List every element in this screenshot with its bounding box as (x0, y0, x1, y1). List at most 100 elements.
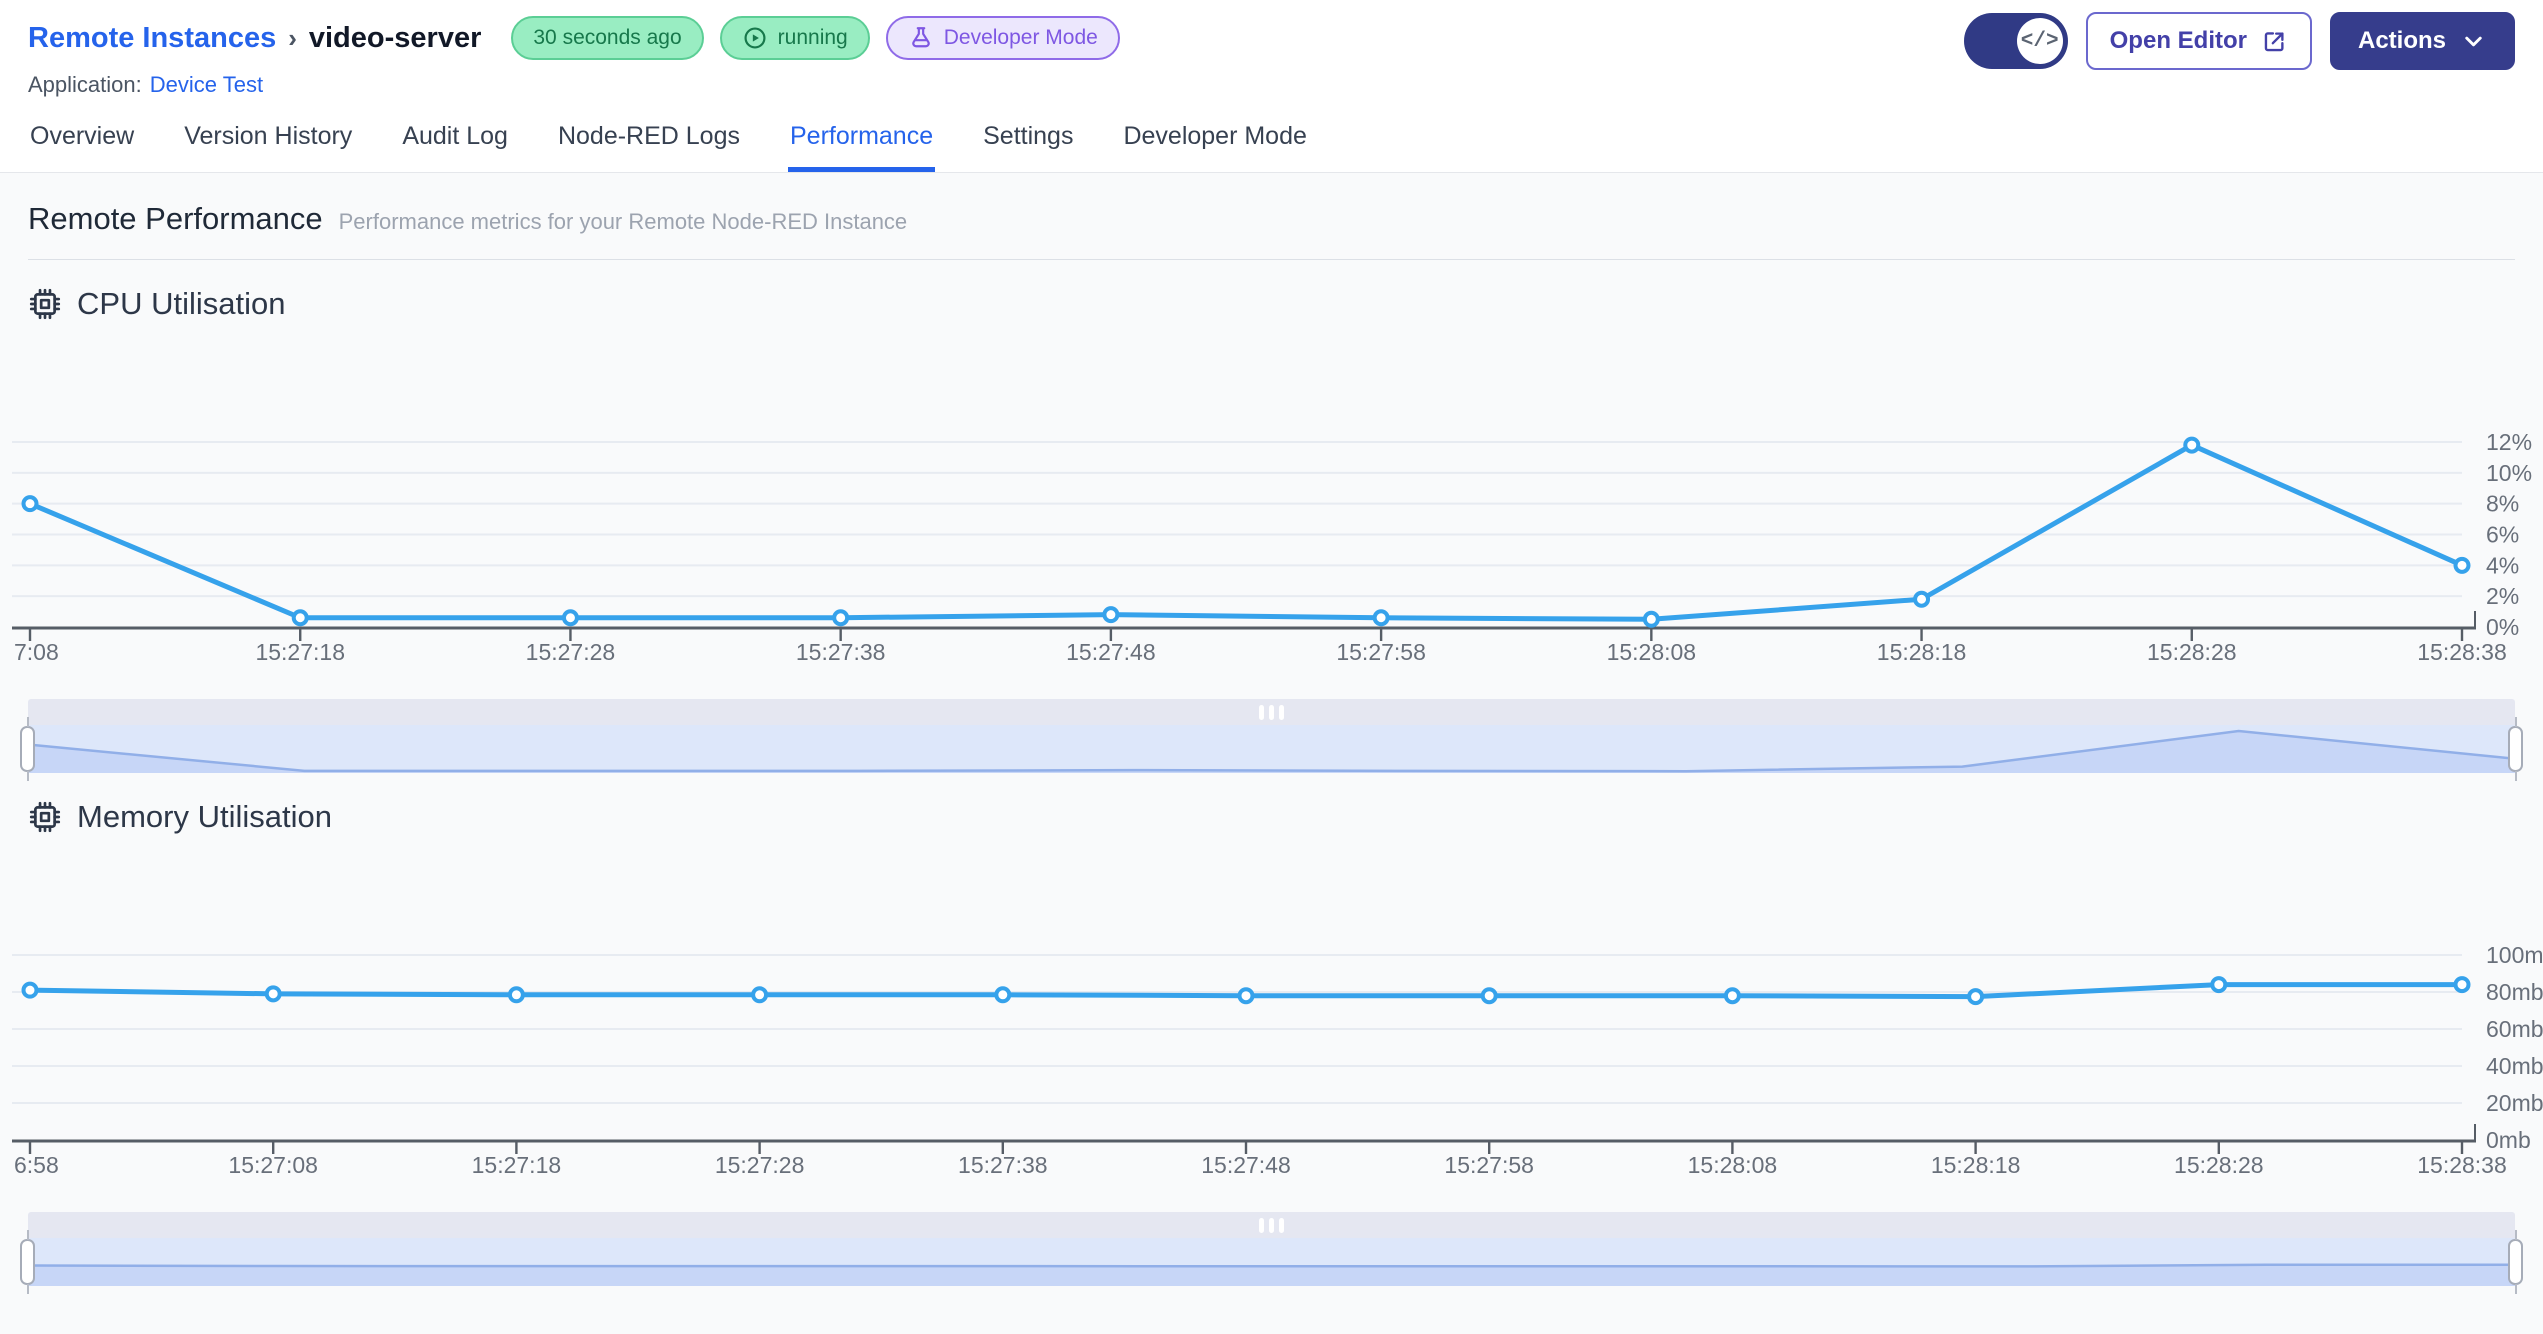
content: Remote Performance Performance metrics f… (0, 173, 2543, 1286)
x-tick-label: 15:28:08 (1607, 639, 1697, 665)
x-tick-label: 15:28:28 (2174, 1152, 2264, 1178)
actions-button[interactable]: Actions (2329, 12, 2515, 70)
memory-section-title: Memory Utilisation (77, 799, 332, 834)
y-axis-labels: 0mb 20mb 40mb 60mb 80mb 100mb (2486, 942, 2543, 1153)
application-link[interactable]: Device Test (150, 72, 263, 97)
y-tick-label: 20mb (2486, 1090, 2543, 1116)
cpu-navigator-drag-strip[interactable] (28, 699, 2515, 725)
y-tick-label: 6% (2486, 522, 2519, 548)
gridlines (12, 441, 2462, 598)
y-tick-label: 80mb (2486, 979, 2543, 1005)
grip-icon (1259, 704, 1264, 720)
page-header: Remote Instances › video-server 30 secon… (0, 0, 2543, 173)
x-tick-label: 7:08 (14, 639, 59, 665)
memory-navigator-right-handle[interactable] (2508, 1239, 2523, 1285)
x-tick-label: 6:58 (14, 1152, 59, 1178)
navigator-line (28, 1263, 2515, 1268)
chevron-down-icon (2465, 36, 2482, 46)
x-tick-label: 15:27:18 (472, 1152, 562, 1178)
header-controls: </> Open Editor Actions (1963, 12, 2515, 70)
memory-navigator-drag-strip[interactable] (28, 1212, 2515, 1238)
x-tick-label: 15:27:48 (1066, 639, 1156, 665)
x-tick-label: 15:27:48 (1201, 1152, 1291, 1178)
y-tick-label: 40mb (2486, 1053, 2543, 1079)
x-tick-label: 15:27:08 (228, 1152, 318, 1178)
actions-label: Actions (2357, 27, 2446, 54)
y-tick-label: 8% (2486, 491, 2519, 517)
tab-overview[interactable]: Overview (28, 120, 136, 172)
editor-availability-toggle[interactable]: </> (1963, 13, 2068, 69)
memory-navigator-preview[interactable] (28, 1238, 2515, 1286)
data-points (21, 436, 2471, 628)
gridlines (12, 954, 2462, 1104)
y-tick-label: 100mb (2486, 942, 2543, 968)
x-tick-label: 15:28:38 (2417, 639, 2507, 665)
x-axis: 6:58 15:27:08 15:27:18 15:27:28 15:27:38 15:2… (12, 1124, 2507, 1178)
page-subtitle: Performance metrics for your Remote Node… (338, 209, 908, 234)
open-editor-button[interactable]: Open Editor (2085, 12, 2312, 70)
y-tick-label: 2% (2486, 583, 2519, 609)
series-line (27, 442, 2465, 622)
navigator-area (28, 731, 2515, 773)
y-tick-label: 0% (2486, 614, 2519, 640)
x-tick-label: 15:27:58 (1336, 639, 1426, 665)
play-circle-icon (744, 27, 766, 49)
x-tick-label: 15:27:18 (255, 639, 345, 665)
cpu-navigator-preview[interactable] (28, 725, 2515, 773)
tab-audit-log[interactable]: Audit Log (400, 120, 510, 172)
x-tick-label: 15:27:28 (526, 639, 616, 665)
navigator-area (28, 1264, 2515, 1286)
x-tick-label: 15:27:58 (1444, 1152, 1534, 1178)
grip-icon (1279, 704, 1284, 720)
open-editor-label: Open Editor (2109, 27, 2247, 54)
tab-version-history[interactable]: Version History (182, 120, 354, 172)
grip-icon (1269, 1217, 1274, 1233)
breadcrumb-separator-icon: › (288, 22, 297, 53)
memory-utilisation-chart[interactable]: 6:58 15:27:08 15:27:18 15:27:28 15:27:38 15:2… (0, 835, 2543, 1180)
badge-label: Developer Mode (943, 26, 1098, 49)
status-badge-running: running (719, 16, 870, 60)
cpu-chip-icon (29, 288, 61, 320)
grip-icon (1279, 1217, 1284, 1233)
cpu-navigator-right-handle[interactable] (2508, 726, 2523, 772)
memory-navigator-left-handle[interactable] (20, 1239, 35, 1285)
cpu-utilisation-chart[interactable]: 7:08 15:27:18 15:27:28 15:27:38 15:27:48 15:2… (0, 322, 2543, 667)
grip-icon (1269, 704, 1274, 720)
badge-label: 30 seconds ago (533, 26, 682, 49)
y-tick-label: 10% (2486, 460, 2532, 486)
memory-section-heading: Memory Utilisation (28, 799, 2515, 835)
badge-label: running (777, 26, 848, 49)
memory-chip-icon (29, 801, 61, 833)
x-tick-label: 15:27:28 (715, 1152, 805, 1178)
x-tick-label: 15:28:18 (1931, 1152, 2021, 1178)
cpu-section-title: CPU Utilisation (77, 286, 286, 321)
tab-bar: Overview Version History Audit Log Node-RED… (0, 98, 2543, 173)
cpu-range-navigator[interactable] (20, 699, 2523, 773)
x-tick-label: 15:28:28 (2147, 639, 2237, 665)
grip-icon (1259, 1217, 1264, 1233)
x-tick-label: 15:27:38 (796, 639, 886, 665)
tab-settings[interactable]: Settings (981, 120, 1075, 172)
status-badges: 30 seconds ago running Developer Mode (511, 16, 1120, 60)
memory-range-navigator[interactable] (20, 1212, 2523, 1286)
y-tick-label: 0mb (2486, 1127, 2531, 1153)
y-tick-label: 60mb (2486, 1016, 2543, 1042)
tab-performance[interactable]: Performance (787, 120, 936, 172)
tab-node-red-logs[interactable]: Node-RED Logs (556, 120, 742, 172)
x-tick-label: 15:28:38 (2417, 1152, 2507, 1178)
page-title: Remote Performance (28, 201, 323, 236)
tab-developer-mode[interactable]: Developer Mode (1121, 120, 1308, 172)
breadcrumb-current: video-server (308, 21, 482, 54)
status-badge-30-seconds-ago: 30 seconds ago (511, 16, 704, 60)
status-badge-developer-mode: Developer Mode (885, 16, 1120, 60)
breadcrumb: Remote Instances › video-server (28, 22, 481, 55)
y-tick-label: 12% (2486, 429, 2532, 455)
x-tick-label: 15:28:08 (1688, 1152, 1778, 1178)
application-label: Application: (28, 72, 142, 97)
x-tick-label: 15:27:38 (958, 1152, 1048, 1178)
y-tick-label: 4% (2486, 552, 2519, 578)
flask-icon (911, 27, 930, 48)
cpu-navigator-left-handle[interactable] (20, 726, 35, 772)
section-header: Remote Performance Performance metrics f… (28, 173, 2515, 260)
breadcrumb-parent-link[interactable]: Remote Instances (28, 22, 276, 55)
